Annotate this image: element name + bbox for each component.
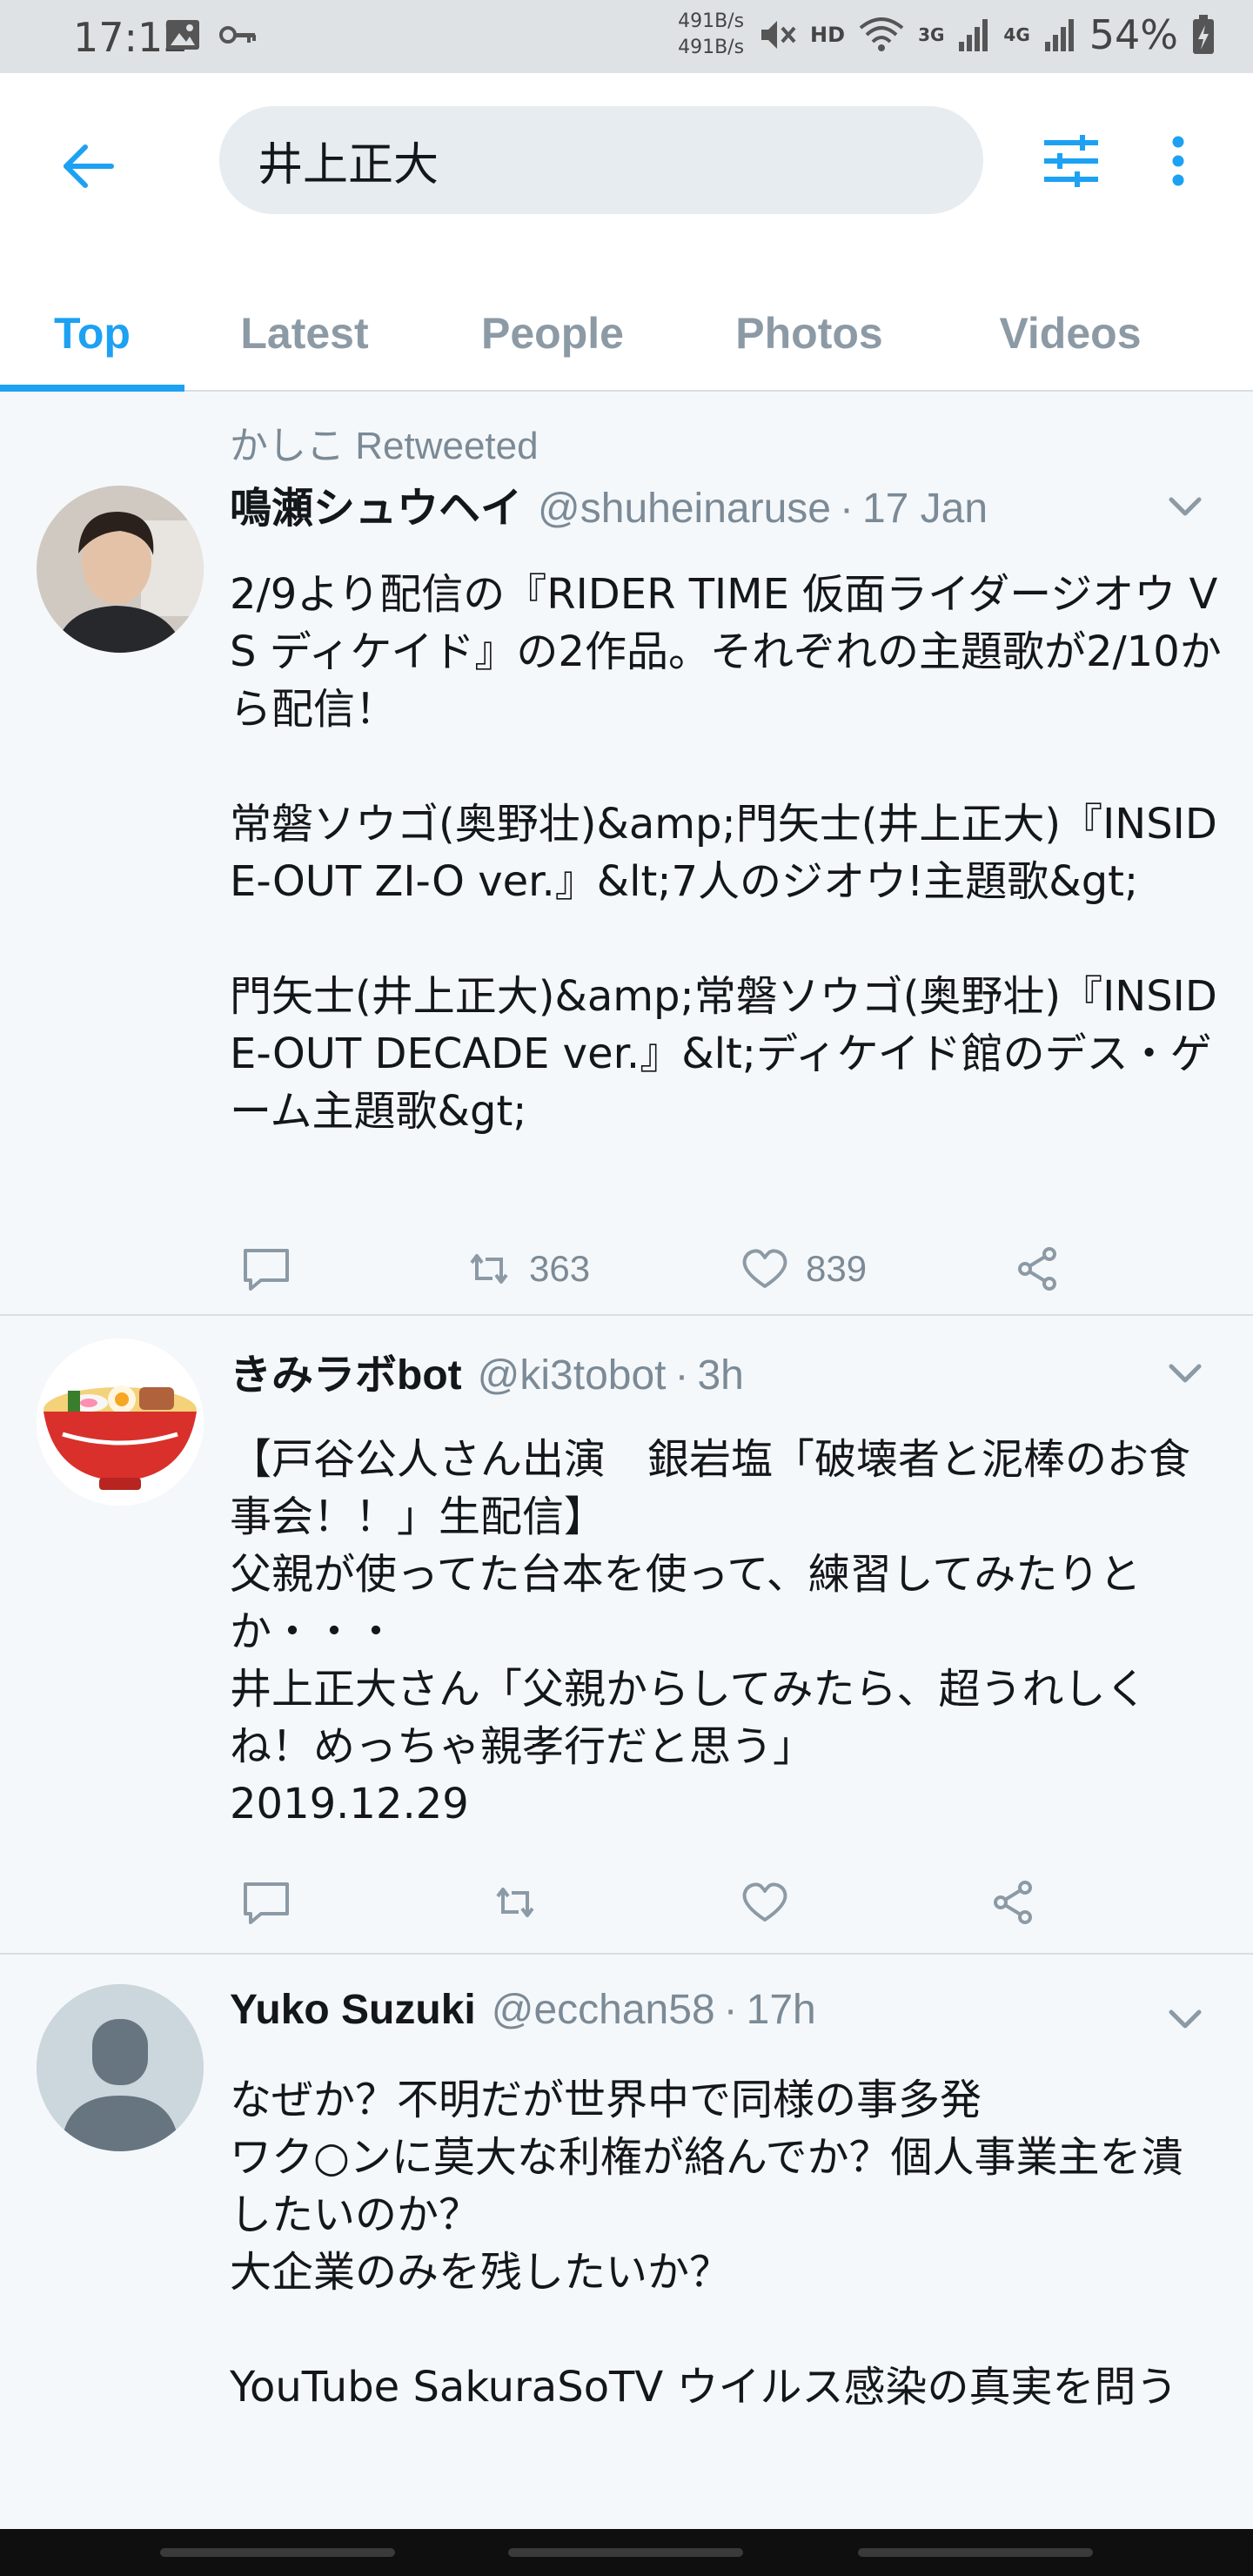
tweet[interactable]: Yuko Suzuki @ecchan58 · 17h なぜか？不明だが世界中で… <box>0 1955 1253 2529</box>
back-button[interactable] <box>49 127 127 205</box>
tweet-text: なぜか？不明だが世界中で同様の事多発 ワク○ンに莫大な利権が絡んでか？個人事業主… <box>230 2076 1183 2412</box>
like-button[interactable] <box>741 1868 806 1937</box>
signal-4g-label: 4G <box>1003 24 1030 45</box>
like-count: 839 <box>806 1248 868 1289</box>
tweet-author-handle[interactable]: @shuheinaruse <box>538 485 831 533</box>
tweet-timestamp: 17h <box>746 1987 816 2033</box>
tweet-actions: 363 839 <box>230 1234 1100 1304</box>
nav-recents-handle[interactable] <box>160 2548 395 2557</box>
search-tabs: Top Latest People Photos Videos <box>0 275 1253 392</box>
avatar[interactable] <box>37 486 204 653</box>
tweet-separator: · <box>674 1352 689 1399</box>
tweet-separator: · <box>839 486 854 532</box>
tweet-author-handle[interactable]: @ki3tobot <box>478 1352 667 1399</box>
share-icon <box>1018 1247 1056 1291</box>
tweet-timestamp: 3h <box>697 1352 744 1399</box>
retweet-button[interactable] <box>492 1868 555 1937</box>
retweet-icon <box>470 1254 508 1284</box>
search-query: 井上正大 <box>258 138 439 191</box>
status-left-icons <box>165 19 258 50</box>
battery-percent: 54% <box>1089 11 1178 58</box>
tweet[interactable]: かしこ Retweeted 鳴瀬シュウヘイ @shuheinaruse · 17… <box>0 392 1253 1316</box>
default-avatar-icon <box>37 1984 204 2151</box>
chevron-down-icon <box>1169 2009 1202 2029</box>
heart-icon <box>742 1882 787 1922</box>
reply-icon <box>244 1249 289 1291</box>
reply-button[interactable] <box>242 1868 291 1937</box>
ramen-bowl-icon <box>37 1338 204 1506</box>
tweet-author-handle[interactable]: @ecchan58 <box>492 1986 715 2034</box>
tweet-timestamp: 17 Jan <box>861 486 988 532</box>
gallery-icon <box>166 20 199 50</box>
retweet-count: 363 <box>529 1248 591 1289</box>
status-bar: 17:12 491B/s 491B/s HD 3G 4G 54% <box>0 0 1253 73</box>
tweet-text: 2/9より配信の『RIDER TIME 仮面ライダージオウ VS ディケイド』の… <box>230 570 1222 1136</box>
retweeted-by-label: かしこ Retweeted <box>230 425 539 467</box>
tweet-header: きみラボbot @ki3tobot · 3h <box>230 1340 744 1401</box>
net-speed-up: 491B/s <box>678 10 745 32</box>
status-right-icons: 491B/s 491B/s HD 3G 4G 54% <box>678 9 1215 61</box>
tweet-actions <box>230 1868 1100 1937</box>
tweet-author-name[interactable]: Yuko Suzuki <box>230 1986 476 2034</box>
wifi-icon <box>859 17 904 51</box>
more-vertical-icon <box>1172 136 1184 186</box>
share-button[interactable] <box>1016 1234 1060 1304</box>
hd-badge: HD <box>810 23 846 47</box>
tweet[interactable]: きみラボbot @ki3tobot · 3h 【戸谷公人さん出演 銀岩塩「破壊者… <box>0 1316 1253 1955</box>
tab-videos[interactable]: Videos <box>966 275 1175 392</box>
reply-icon <box>244 1882 289 1924</box>
share-button[interactable] <box>992 1868 1035 1937</box>
tweet-header: Yuko Suzuki @ecchan58 · 17h <box>230 1986 816 2034</box>
chevron-down-icon <box>1169 1364 1202 1383</box>
system-navigation-bar <box>0 2529 1253 2576</box>
tweet-menu-button[interactable] <box>1159 480 1211 533</box>
key-icon <box>219 26 256 44</box>
tab-latest[interactable]: Latest <box>209 275 400 392</box>
tweet-text: 【戸谷公人さん出演 銀岩塩「破壊者と泥棒のお食事会！！」生配信】 父親が使ってた… <box>230 1435 1191 1828</box>
chevron-down-icon <box>1169 497 1202 516</box>
net-speed: 491B/s 491B/s <box>678 9 744 61</box>
retweet-icon <box>496 1888 534 1917</box>
person-photo-icon <box>37 486 204 653</box>
retweet-button[interactable]: 363 <box>466 1234 590 1304</box>
battery-charging-icon <box>1193 15 1214 54</box>
tweet-separator: · <box>723 1987 738 2033</box>
nav-home-handle[interactable] <box>508 2548 743 2557</box>
tweet-header: 鳴瀬シュウヘイ @shuheinaruse · 17 Jan <box>230 473 988 534</box>
net-speed-down: 491B/s <box>678 37 745 58</box>
tab-top[interactable]: Top <box>0 275 184 392</box>
tweet-menu-button[interactable] <box>1159 1993 1211 2045</box>
sliders-icon <box>1044 135 1098 187</box>
mute-icon <box>761 21 796 49</box>
tab-photos[interactable]: Photos <box>705 275 914 392</box>
tweet-author-name[interactable]: 鳴瀬シュウヘイ <box>230 473 522 534</box>
share-icon <box>994 1881 1032 1924</box>
like-button[interactable]: 839 <box>741 1234 867 1304</box>
search-header: 井上正大 Top Latest People Photos Videos <box>0 73 1253 392</box>
search-input[interactable]: 井上正大 <box>219 106 983 214</box>
tab-people[interactable]: People <box>452 275 653 392</box>
avatar[interactable] <box>37 1338 204 1506</box>
arrow-left-icon <box>64 144 114 188</box>
avatar[interactable] <box>37 1984 204 2151</box>
heart-icon <box>742 1249 787 1288</box>
tweet-menu-button[interactable] <box>1159 1347 1211 1399</box>
active-tab-indicator <box>0 385 184 392</box>
nav-back-handle[interactable] <box>858 2548 1093 2557</box>
tweet-author-name[interactable]: きみラボbot <box>230 1340 462 1401</box>
signal-3g-icon <box>959 19 988 51</box>
reply-button[interactable] <box>242 1234 291 1304</box>
signal-4g-icon <box>1044 19 1074 51</box>
more-options-button[interactable] <box>1147 122 1209 200</box>
signal-3g-label: 3G <box>918 24 945 45</box>
search-filter-button[interactable] <box>1032 122 1110 200</box>
